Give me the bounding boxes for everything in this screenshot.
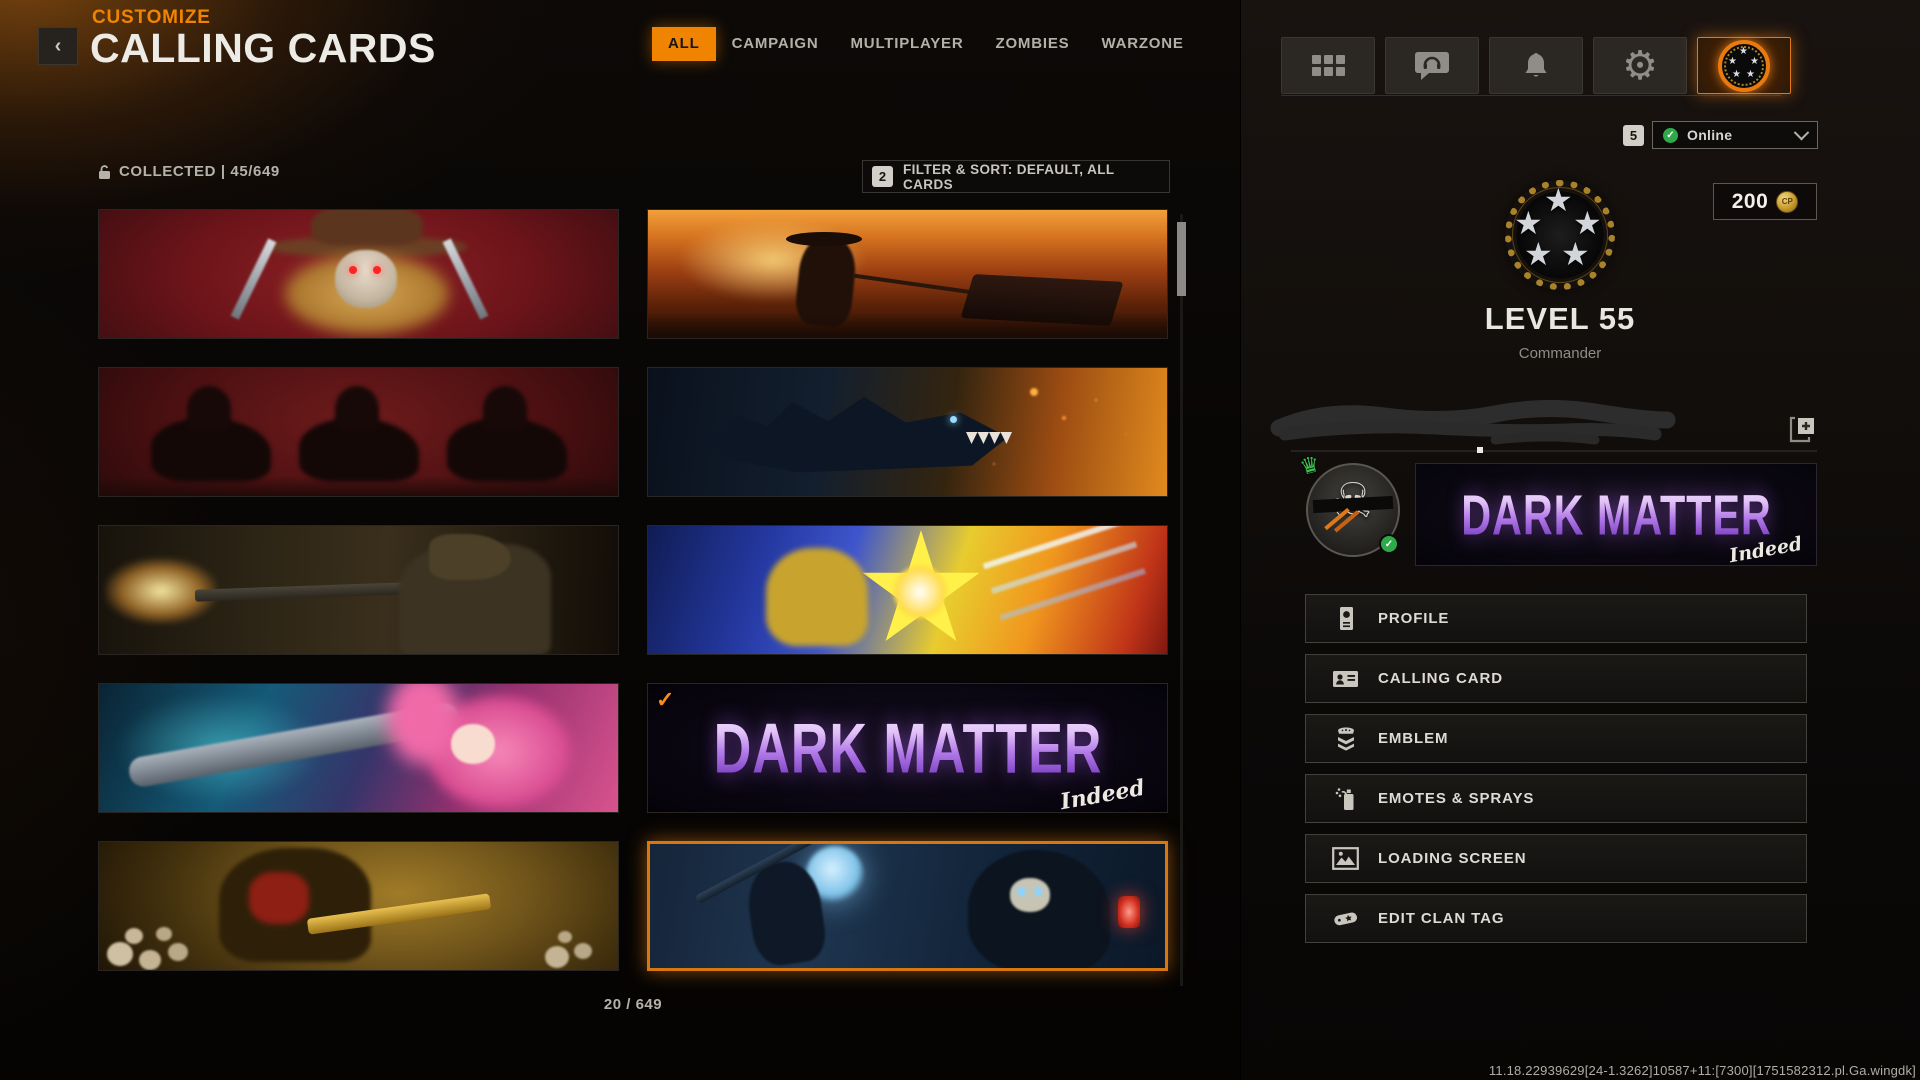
xp-progress-track <box>1291 450 1817 452</box>
calling-card-golden-warrior-skulls[interactable] <box>98 841 619 971</box>
page-counter: 20 / 649 <box>98 996 1168 1013</box>
star-icon: ★ <box>1524 238 1553 270</box>
card-art: DARK MATTER Indeed <box>648 684 1167 812</box>
cod-points-coin-icon: CP <box>1776 191 1798 213</box>
calling-card-chainsaw-anime-girl[interactable] <box>98 683 619 813</box>
menu-item-profile[interactable]: PROFILE <box>1305 594 1807 643</box>
calling-card-flame-wolf[interactable] <box>647 367 1168 497</box>
add-media-icon <box>1789 416 1816 443</box>
tab-zombies[interactable]: ZOMBIES <box>980 27 1086 61</box>
menu-item-loading-screen[interactable]: LOADING SCREEN <box>1305 834 1807 883</box>
star-icon: ★ <box>1561 238 1590 270</box>
category-tabs: ALL CAMPAIGN MULTIPLAYER ZOMBIES WARZONE <box>652 27 1200 61</box>
tab-all[interactable]: ALL <box>652 27 716 61</box>
chat-button[interactable] <box>1385 37 1479 94</box>
calling-card-icon <box>1332 665 1359 692</box>
dark-matter-card-title: DARK MATTER <box>713 707 1102 789</box>
player-emblem-icon: ★ ★ ★ ★ ★ <box>1718 40 1770 92</box>
player-avatar-emblem[interactable]: ☠ ♛ ✓ <box>1306 463 1400 557</box>
page-title: CALLING CARDS <box>90 25 436 72</box>
chevron-left-icon: ‹ <box>55 35 62 58</box>
nav-divider <box>1281 95 1781 96</box>
panel-nav-row: ⚙ ★ ★ ★ ★ ★ <box>1281 37 1791 94</box>
profile-card-icon <box>1332 605 1359 632</box>
filter-sort-label: FILTER & SORT: DEFAULT, ALL CARDS <box>903 162 1160 192</box>
card-art <box>648 210 1167 338</box>
calling-card-golden-skeleton-blast[interactable] <box>647 525 1168 655</box>
menu-item-emblem[interactable]: EMBLEM <box>1305 714 1807 763</box>
redacted-player-name <box>1265 400 1685 452</box>
cod-points-balance[interactable]: 200 CP <box>1713 183 1817 220</box>
bell-icon <box>1523 51 1549 81</box>
card-art <box>99 684 618 812</box>
player-level: LEVEL 55 <box>1425 301 1695 337</box>
level-emblem: ★ ★ ★ ★ ★ <box>1505 180 1615 290</box>
online-status-icon: ✓ <box>1663 128 1678 143</box>
equipped-check-icon: ✓ <box>656 687 674 713</box>
player-rank: Commander <box>1425 345 1695 362</box>
build-version-text: 11.18.22939629[24-1.3262]10587+11:[7300]… <box>1489 1063 1916 1078</box>
notifications-button[interactable] <box>1489 37 1583 94</box>
star-icon: ★ <box>1514 207 1543 239</box>
calling-card-three-horsemen[interactable] <box>98 367 619 497</box>
card-art <box>648 368 1167 496</box>
online-status-label: Online <box>1687 127 1732 143</box>
rank-emblem-icon <box>1332 725 1359 752</box>
star-icon: ★ <box>1544 184 1573 216</box>
crown-badge-icon: ♛ <box>1297 451 1322 481</box>
equipped-calling-card-banner[interactable]: DARK MATTER Indeed <box>1415 463 1817 566</box>
loading-screen-icon <box>1332 845 1359 872</box>
menu-item-calling-card[interactable]: CALLING CARD <box>1305 654 1807 703</box>
unlock-icon <box>98 164 111 180</box>
grid-scrollbar-thumb[interactable] <box>1177 222 1186 296</box>
add-media-button[interactable] <box>1787 414 1817 444</box>
calling-card-skeleton-cowboy[interactable] <box>98 209 619 339</box>
customization-menu: PROFILE CALLING CARD <box>1305 594 1807 954</box>
star-icon: ★ <box>1573 207 1602 239</box>
menu-item-edit-clan-tag[interactable]: EDIT CLAN TAG <box>1305 894 1807 943</box>
calling-card-dino-gunner[interactable] <box>98 525 619 655</box>
card-art <box>648 526 1167 654</box>
calling-cards-screen: ‹ CUSTOMIZE CALLING CARDS ALL CAMPAIGN M… <box>0 0 1240 1080</box>
menu-grid-icon <box>1312 55 1345 76</box>
collected-label: COLLECTED | 45/649 <box>119 163 280 180</box>
player-identity-button[interactable]: ★ ★ ★ ★ ★ <box>1697 37 1791 94</box>
filter-hotkey-badge: 2 <box>872 166 893 187</box>
online-status-dropdown[interactable]: ✓ Online <box>1652 121 1818 149</box>
gear-icon: ⚙ <box>1622 46 1658 86</box>
menu-grid-button[interactable] <box>1281 37 1375 94</box>
verified-check-icon: ✓ <box>1379 534 1399 554</box>
tab-campaign[interactable]: CAMPAIGN <box>716 27 835 61</box>
social-identity-panel: ⚙ ★ ★ ★ ★ ★ 5 ✓ Online ★ ★ ★ ★ ★ 200 <box>1240 0 1920 1080</box>
xp-progress-marker <box>1477 447 1483 453</box>
card-art <box>99 526 618 654</box>
collected-count: COLLECTED | 45/649 <box>98 163 280 180</box>
card-art <box>650 844 1165 968</box>
calling-card-dark-matter-equipped[interactable]: DARK MATTER Indeed ✓ <box>647 683 1168 813</box>
menu-item-emotes-sprays[interactable]: EMOTES & SPRAYS <box>1305 774 1807 823</box>
card-art <box>99 842 618 970</box>
tab-multiplayer[interactable]: MULTIPLAYER <box>835 27 980 61</box>
filter-sort-bar[interactable]: 2 FILTER & SORT: DEFAULT, ALL CARDS <box>862 160 1170 193</box>
card-art <box>99 210 618 338</box>
grid-scrollbar-track[interactable] <box>1180 214 1183 986</box>
chat-headset-icon <box>1415 51 1449 81</box>
spray-can-icon <box>1332 785 1359 812</box>
tab-warzone[interactable]: WARZONE <box>1085 27 1199 61</box>
status-row: 5 ✓ Online <box>1623 121 1818 149</box>
banner-title: DARK MATTER <box>1461 482 1771 548</box>
calling-card-grid: DARK MATTER Indeed ✓ <box>98 209 1168 971</box>
back-button[interactable]: ‹ <box>38 27 78 65</box>
clan-tag-icon <box>1332 905 1359 932</box>
card-art <box>99 368 618 496</box>
calling-card-grim-reaper-focused[interactable] <box>647 841 1168 971</box>
settings-button[interactable]: ⚙ <box>1593 37 1687 94</box>
status-hotkey-badge: 5 <box>1623 125 1644 146</box>
calling-card-coffin-dragger[interactable] <box>647 209 1168 339</box>
cod-points-amount: 200 <box>1732 190 1769 214</box>
chevron-down-icon <box>1794 124 1810 140</box>
